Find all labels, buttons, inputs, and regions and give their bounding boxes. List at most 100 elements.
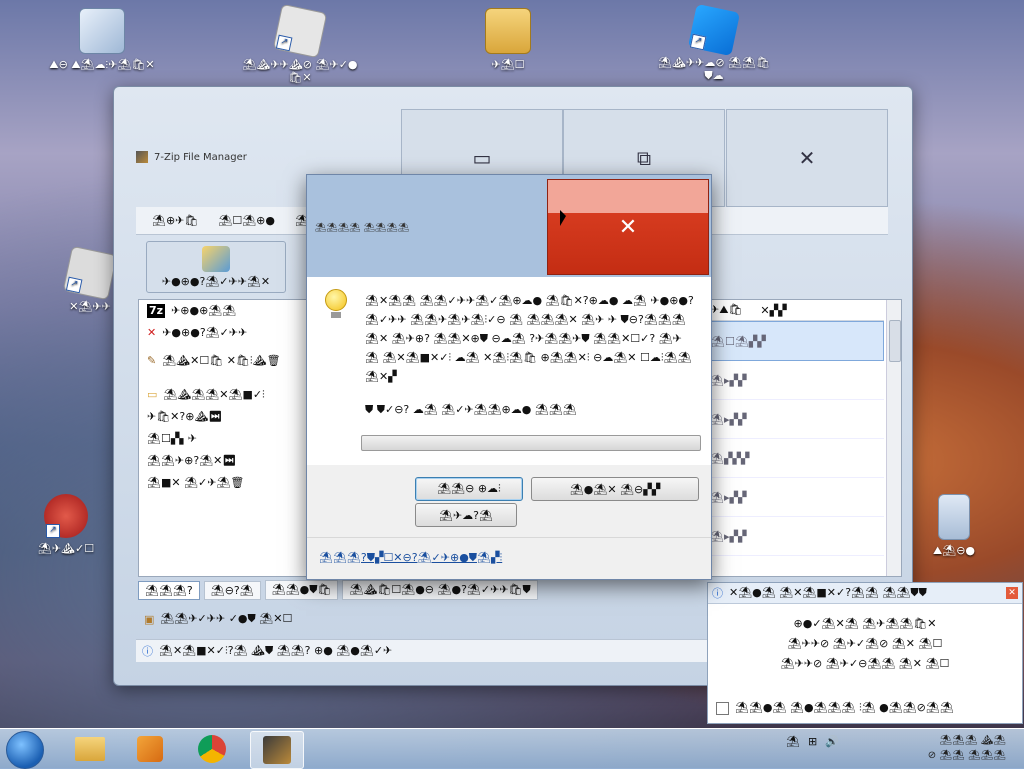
sub-toolbar-label: ⛱⛱✈✓✈✈ ✓●⛊ ⛱✕☐ bbox=[160, 612, 293, 625]
lightbulb-icon bbox=[325, 289, 347, 319]
dialog-message: ⛱✕⛱⛱ ⛱⛱✓✈✈⛱✓⛱⊕☁● ⛱🛍✕?⊕☁● ☁⛱ ✈●⊕●?⛱✓✈✈ ⛱⛱… bbox=[365, 294, 694, 383]
list-item[interactable]: ✈🛍✕?⊕⛰⏭ bbox=[139, 406, 309, 428]
table-row[interactable]: ⛱☐⛱▞▞ bbox=[704, 321, 884, 361]
start-button[interactable] bbox=[6, 731, 44, 769]
cell: ⛱▞▞▞ bbox=[710, 451, 750, 465]
progress-bar bbox=[361, 435, 701, 451]
taskbar-explorer[interactable] bbox=[64, 731, 116, 767]
dialog-link[interactable]: ⛱⛱⛱?⛊▞☐✕⊖?⛱✓✈⊕●⛊⛱▞⫶ bbox=[319, 551, 502, 565]
close-icon[interactable]: ✕ bbox=[1006, 587, 1018, 599]
table-row[interactable]: ⛱▸▞▞ bbox=[704, 361, 884, 400]
list-item-label: ⛱■✕ ⛱✓✈⛱🗑 bbox=[147, 476, 245, 489]
cell: ⛱☐⛱▞▞ bbox=[711, 334, 766, 348]
volume-icon[interactable]: 🔊 bbox=[825, 735, 839, 748]
table-row[interactable]: ⛱▞▞▞ bbox=[704, 439, 884, 478]
desktop-icon-label: ⛱⛰✈✈⛰⊘ ⛱✈✓●🛍✕ bbox=[242, 58, 358, 84]
desktop-icon-label: ✕⛱✈✈ bbox=[69, 300, 111, 313]
info-icon: ⓘ bbox=[712, 587, 723, 600]
tab[interactable]: ⛱⛱⛱? bbox=[138, 580, 200, 600]
list-item[interactable]: ⛱☐▞▖✈ bbox=[139, 428, 309, 450]
minimize-icon: ▭ bbox=[472, 146, 492, 170]
taskbar-chrome[interactable] bbox=[186, 731, 238, 767]
desktop-icon-label: ✈⛱☐ bbox=[491, 58, 525, 71]
dialog-close-button[interactable]: ✕ bbox=[547, 179, 709, 275]
info-dialog: ⛱⛱⛱⛱ ⛱⛱⛱⛱ ✕ ⛱✕⛱⛱ ⛱⛱✓✈✈⛱✓⛱⊕☁● ⛱🛍✕?⊕☁● ☁⛱ … bbox=[306, 174, 712, 580]
table-row[interactable]: ⛱▸▞▞ bbox=[704, 400, 884, 439]
taskbar: ⛱ ⊞ 🔊 ⛱⛱⛱ ⛰⛱ ⊘ ⛱⛱ ⛱⛱⛱ bbox=[0, 728, 1024, 769]
button-label: ⛱●⛱✕ ⛱⊖▞▞ bbox=[569, 482, 661, 496]
notification-line: ⛱✈✈⊘ ⛱✈✓⊖⛱⛱ ⛱✕ ⛱☐ bbox=[780, 657, 950, 670]
language-indicator[interactable]: ⛱ bbox=[786, 735, 800, 748]
table-row[interactable]: ⛱▸▞▞ bbox=[704, 517, 884, 556]
desktop-icon-user-folder[interactable]: ✈⛱☐ bbox=[448, 8, 568, 71]
user-folder-icon bbox=[485, 8, 531, 54]
close-button[interactable]: ✕ bbox=[726, 109, 888, 207]
tab-bar: ⛱⛱⛱? ⛱⊖?⛱ ⛱⛱●⛊🛍 ⛱⛰🛍☐⛱●⊖ ⛱●?⛱✓✈✈🛍⛊ bbox=[138, 579, 708, 601]
folder-icon bbox=[75, 737, 105, 761]
desktop-icon-label: ⛰⊖ ⛰⛱☁⫶✈⛱🛍✕ bbox=[49, 58, 155, 71]
notification-footer: ⛱⛱●⛱ ⛱●⛱⛱⛱ ⫶⛱ ●⛱⛱⊘⛱⛱ bbox=[716, 701, 954, 715]
back-button[interactable]: ⛱●⛱✕ ⛱⊖▞▞ bbox=[531, 477, 699, 501]
grid-header: ✈⛰🛍 ✕▞▞ bbox=[704, 300, 884, 321]
clock[interactable]: ⛱⛱⛱ ⛰⛱ ⊘ ⛱⛱ ⛱⛱⛱ bbox=[878, 733, 1006, 763]
list-item[interactable]: ✎ ⛱⛰✕☐🛍 ✕🛍⫶⛰🗑 bbox=[139, 344, 309, 372]
media-player-icon bbox=[137, 736, 163, 762]
window-title: 7-Zip File Manager bbox=[136, 151, 247, 163]
recycle-bin-icon bbox=[938, 494, 970, 540]
add-archive-icon bbox=[202, 246, 230, 272]
close-icon: ✕ bbox=[618, 214, 638, 240]
checkbox-label: ⛱⛱●⛱ ⛱●⛱⛱⛱ ⫶⛱ ●⛱⛱⊘⛱⛱ bbox=[735, 701, 954, 714]
list-item[interactable]: 7z ✈⊕●⊕⛱⛱ bbox=[139, 300, 309, 322]
mouse-cursor bbox=[560, 210, 566, 226]
roblox-studio-icon: ↗ bbox=[687, 3, 741, 57]
table-row[interactable]: ⛱▸▞▞ bbox=[704, 478, 884, 517]
desktop-icon-app[interactable]: ↗ ⛱✈⛰✓☐ bbox=[16, 494, 116, 555]
list-item-label: ⛱⛰⛱⛱✕⛱■✓⫶ bbox=[163, 388, 265, 401]
network-icon[interactable]: ⊞ bbox=[808, 735, 817, 748]
toolbar-add-button[interactable]: ✈●⊕●?⛱✓✈✈⛱✕ bbox=[146, 241, 286, 293]
tab[interactable]: ⛱⛰🛍☐⛱●⊖ ⛱●?⛱✓✈✈🛍⛊ bbox=[342, 580, 538, 600]
taskbar-7zip[interactable] bbox=[250, 731, 304, 769]
scrollbar-thumb[interactable] bbox=[889, 320, 901, 362]
list-item[interactable]: ▭ ⛱⛰⛱⛱✕⛱■✓⫶ bbox=[139, 372, 309, 406]
list-item[interactable]: ⛱⛱✈⊕?⛱✕⏭ bbox=[139, 450, 309, 472]
roblox-icon: ↗ bbox=[272, 3, 328, 59]
package-icon: ▣ bbox=[144, 612, 155, 626]
column-header[interactable]: ✈⛰🛍 bbox=[710, 303, 742, 317]
vertical-scrollbar[interactable] bbox=[886, 300, 901, 576]
list-item-label: ✈⊕●⊕⛱⛱ bbox=[171, 304, 237, 317]
cancel-button[interactable]: ⛱✈☁?⛱ bbox=[415, 503, 517, 527]
desktop-icon-roblox[interactable]: ↗ ⛱⛰✈✈⛰⊘ ⛱✈✓●🛍✕ bbox=[240, 3, 360, 84]
list-item[interactable]: ⛱■✕ ⛱✓✈⛱🗑 bbox=[139, 472, 309, 494]
notification-line: ⊕●✓⛱✕⛱ ⛱✈⛱⛱🛍✕ bbox=[793, 617, 937, 630]
status-bar: ⓘ ⛱✕⛱■✕✓⫶?⛱ ⛰⛊ ⛱⛱? ⊕● ⛱●⛱✓✈ bbox=[136, 639, 714, 662]
dialog-body: ⛱✕⛱⛱ ⛱⛱✓✈✈⛱✓⛱⊕☁● ⛱🛍✕?⊕☁● ☁⛱ ✈●⊕●?⛱✓✈✈ ⛱⛱… bbox=[307, 277, 711, 465]
dont-show-checkbox[interactable] bbox=[716, 701, 729, 715]
ok-button[interactable]: ⛱⛱⊖ ⊕☁⫶ bbox=[415, 477, 523, 501]
desktop-icon-recycle-bin[interactable]: ⛰⛱⊖● bbox=[904, 494, 1004, 558]
cell: ⛱▸▞▞ bbox=[710, 490, 747, 504]
divider bbox=[307, 537, 711, 538]
desktop-icon-computer[interactable]: ⛰⊖ ⛰⛱☁⫶✈⛱🛍✕ bbox=[42, 8, 162, 72]
delete-icon: ✕ bbox=[147, 326, 157, 339]
toolbar-button-label: ✈●⊕●?⛱✓✈✈⛱✕ bbox=[161, 275, 271, 288]
button-label: ⛱⛱⊖ ⊕☁⫶ bbox=[437, 482, 501, 495]
menu-item-edit[interactable]: ⛱☐⛱⊕● bbox=[218, 214, 275, 227]
notification-panel: ⓘ ✕⛱●⛱ ⛱✕⛱■✕✓?⛱⛱ ⛱⛱⛊⛊ ✕ ⊕●✓⛱✕⛱ ⛱✈⛱⛱🛍✕ ⛱✈… bbox=[707, 582, 1023, 724]
taskbar-media-player[interactable] bbox=[124, 731, 176, 767]
list-item[interactable]: ✕ ✈●⊕●?⛱✓✈✈ bbox=[139, 322, 309, 344]
cell: ⛱▸▞▞ bbox=[710, 412, 747, 426]
system-tray: ⛱ ⊞ 🔊 bbox=[786, 735, 839, 748]
shortcut-arrow-icon: ↗ bbox=[46, 524, 60, 538]
list-item-label: ⛱⛰✕☐🛍 ✕🛍⫶⛰🗑 bbox=[162, 354, 281, 367]
notification-title: ✕⛱●⛱ ⛱✕⛱■✕✓?⛱⛱ ⛱⛱⛊⛊ bbox=[729, 586, 927, 599]
column-header[interactable]: ✕▞▞ bbox=[760, 304, 786, 317]
desktop-icon-label: ⛱✈⛰✓☐ bbox=[37, 542, 95, 555]
list-item-label: ✈🛍✕?⊕⛰⏭ bbox=[147, 410, 223, 423]
sub-toolbar: ▣ ⛱⛱✈✓✈✈ ✓●⛊ ⛱✕☐ bbox=[138, 607, 714, 631]
list-item-label: ✈●⊕●?⛱✓✈✈ bbox=[162, 326, 248, 339]
tab[interactable]: ⛱⛱●⛊🛍 bbox=[264, 580, 339, 600]
tab[interactable]: ⛱⊖?⛱ bbox=[203, 580, 261, 600]
menu-item-file[interactable]: ⛱⊕✈🛍 bbox=[152, 214, 198, 227]
desktop-icon-roblox-studio[interactable]: ↗ ⛱⛰✈✈☁⊘ ⛱⛱🛍⛊☁ bbox=[654, 3, 774, 83]
